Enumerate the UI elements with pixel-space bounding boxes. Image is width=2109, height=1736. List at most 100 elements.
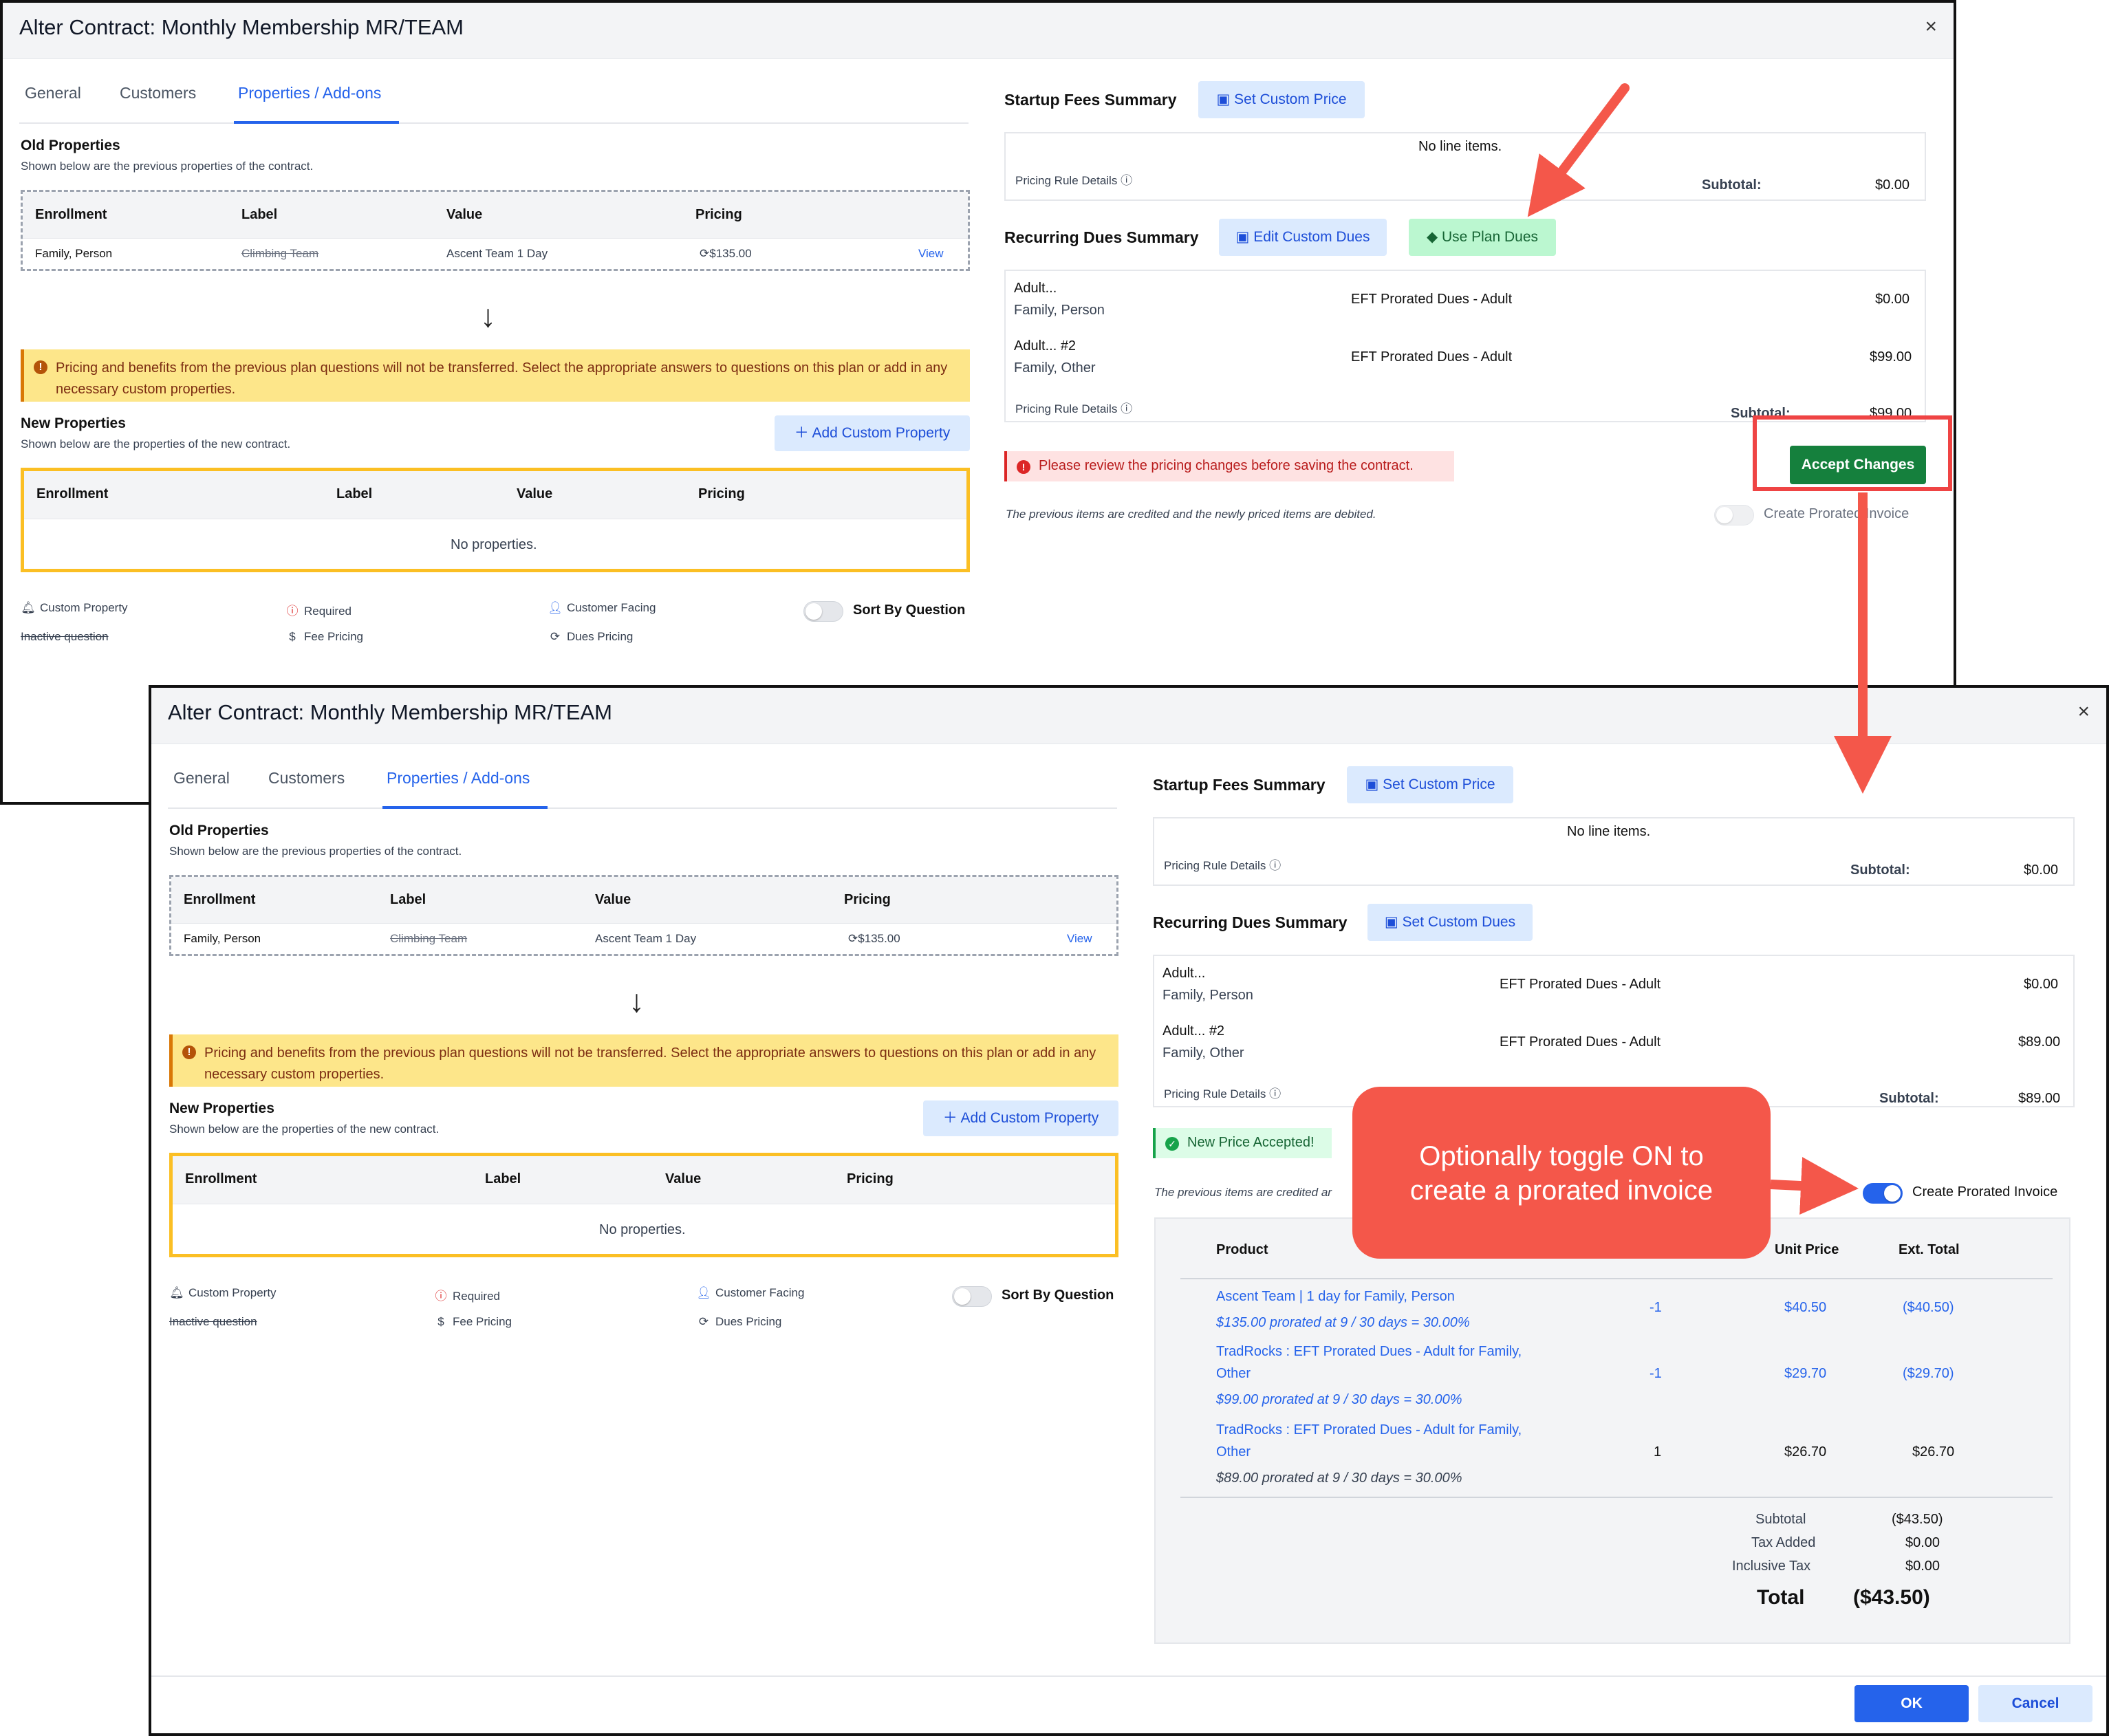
old-properties-table: Enrollment Label Value Pricing Family, P… (169, 875, 1118, 956)
col-pricing: Pricing (847, 1171, 894, 1186)
invoice-item-detail: $89.00 prorated at 9 / 30 days = 30.00% (1216, 1471, 1462, 1486)
check-circle-icon: ✓ (1165, 1137, 1179, 1151)
warning-icon: ! (34, 360, 47, 374)
credit-note: The previous items are credited and the … (1006, 508, 1376, 521)
plus-icon: ＋ (794, 425, 812, 441)
ok-button[interactable]: OK (1854, 1685, 1969, 1722)
help-icon: ⓘ (1121, 402, 1133, 415)
dialog-footer: OK Cancel (151, 1675, 2106, 1733)
edit-custom-dues-button[interactable]: ▣ Edit Custom Dues (1219, 219, 1387, 256)
toggle-knob (1884, 1185, 1901, 1202)
empty-properties-text: No properties. (451, 537, 537, 552)
pricing-rule-details[interactable]: Pricing Rule Details ⓘ (1164, 856, 1281, 873)
col-pricing: Pricing (698, 486, 745, 501)
recurring-dues-panel: Adult... Family, Person EFT Prorated Due… (1153, 955, 2075, 1107)
dues-pricing-icon: ⟳ (848, 932, 858, 945)
no-line-items: No line items. (1567, 824, 1651, 839)
col-pricing: Pricing (695, 207, 742, 222)
invoice-item-unit: $26.70 (1784, 1444, 1827, 1460)
arrow-down-icon: ↓ (480, 298, 496, 334)
dues-row-name: Adult... (1014, 281, 1057, 296)
legend-label: Fee Pricing (304, 630, 363, 643)
legend-required: ⓘ Required (285, 601, 352, 618)
tab-customers[interactable]: Customers (120, 83, 196, 124)
sort-by-question-toggle[interactable] (803, 601, 843, 622)
col-enrollment: Enrollment (36, 486, 109, 501)
set-custom-dues-button[interactable]: ▣ Set Custom Dues (1367, 904, 1533, 941)
pricing-rule-details-label: Pricing Rule Details (1164, 1087, 1266, 1100)
invoice-item-line[interactable]: TradRocks : EFT Prorated Dues - Adult fo… (1216, 1422, 1522, 1438)
set-custom-price-button[interactable]: ▣ Set Custom Price (1347, 766, 1513, 803)
create-prorated-invoice-toggle[interactable] (1863, 1183, 1903, 1204)
add-custom-property-button[interactable]: ＋ Add Custom Property (923, 1100, 1118, 1136)
dues-row-amount: $99.00 (1870, 349, 1912, 365)
create-prorated-invoice-toggle[interactable] (1714, 505, 1754, 525)
view-link[interactable]: View (1067, 932, 1092, 946)
invoice-item-line2[interactable]: Other (1216, 1444, 1251, 1460)
subtotal-value: $0.00 (1875, 177, 1910, 193)
startup-fees-title: Startup Fees Summary (1153, 776, 1326, 794)
pricing-rule-details[interactable]: Pricing Rule Details ⓘ (1015, 399, 1132, 416)
window-title: Alter Contract: Monthly Membership MR/TE… (19, 15, 464, 39)
legend-fee-pricing: $ Fee Pricing (285, 630, 363, 644)
tab-general[interactable]: General (173, 768, 230, 809)
set-custom-price-button[interactable]: ▣ Set Custom Price (1198, 81, 1365, 118)
invoice-item-line[interactable]: TradRocks : EFT Prorated Dues - Adult fo… (1216, 1344, 1522, 1360)
table-header: Enrollment Label Value Pricing (23, 192, 968, 239)
tax-added-label: Tax Added (1751, 1535, 1816, 1550)
tab-properties-addons[interactable]: Properties / Add-ons (382, 768, 548, 809)
pricing-rule-details[interactable]: Pricing Rule Details ⓘ (1164, 1084, 1281, 1101)
row-label: Climbing Team (390, 932, 468, 945)
invoice-item-ext: $26.70 (1912, 1444, 1955, 1460)
row-enrollment: Family, Person (35, 247, 113, 260)
new-properties-heading: New Properties (21, 415, 126, 431)
invoice-item-line[interactable]: Ascent Team | 1 day for Family, Person (1216, 1289, 1455, 1305)
sort-by-question-label: Sort By Question (853, 603, 966, 618)
person-icon: 👤︎ (696, 1286, 711, 1299)
legend-label: Customer Facing (715, 1286, 805, 1299)
sort-by-question-toggle[interactable] (952, 1286, 992, 1307)
row-pricing: ⟳$135.00 (700, 247, 752, 261)
no-line-items: No line items. (1418, 139, 1502, 154)
use-plan-dues-button[interactable]: ◆ Use Plan Dues (1409, 219, 1556, 256)
dues-row-desc: EFT Prorated Dues - Adult (1500, 977, 1661, 992)
pricing-rule-details[interactable]: Pricing Rule Details ⓘ (1015, 171, 1132, 188)
title-bar: Alter Contract: Monthly Membership MR/TE… (3, 3, 1954, 59)
tab-customers[interactable]: Customers (268, 768, 345, 809)
inclusive-tax-value: $0.00 (1905, 1559, 1940, 1574)
tab-general[interactable]: General (25, 83, 81, 124)
set-custom-dues-label: Set Custom Dues (1402, 914, 1516, 930)
legend-customer-facing: 👤︎ Customer Facing (548, 601, 656, 615)
dues-row-name: Adult... #2 (1162, 1023, 1225, 1039)
close-icon[interactable]: × (1925, 15, 1937, 39)
startup-fees-panel: No line items. Pricing Rule Details ⓘ Su… (1004, 132, 1926, 201)
old-properties-heading: Old Properties (21, 138, 120, 153)
tab-properties-addons[interactable]: Properties / Add-ons (234, 83, 399, 124)
callout-line-2: create a prorated invoice (1409, 1175, 1713, 1206)
new-properties-heading: New Properties (169, 1100, 274, 1116)
recurring-dues-title: Recurring Dues Summary (1004, 228, 1199, 246)
dues-row-desc: EFT Prorated Dues - Adult (1351, 292, 1513, 307)
window-title: Alter Contract: Monthly Membership MR/TE… (168, 700, 613, 724)
create-prorated-invoice-label: Create Prorated Invoice (1764, 506, 1910, 521)
old-properties-heading: Old Properties (169, 823, 269, 838)
subtotal-value: $0.00 (2024, 862, 2059, 878)
subtotal-label: Subtotal (1755, 1512, 1806, 1527)
col-label: Label (336, 486, 373, 501)
new-properties-subtitle: Shown below are the properties of the ne… (169, 1122, 440, 1136)
old-properties-subtitle: Shown below are the previous properties … (169, 845, 462, 858)
empty-properties-text: No properties. (599, 1222, 686, 1237)
money-icon: ▣ (1216, 91, 1235, 107)
invoice-item-line2[interactable]: Other (1216, 1366, 1251, 1382)
add-custom-property-button[interactable]: ＋ Add Custom Property (775, 415, 970, 451)
row-pricing-value: $135.00 (858, 932, 900, 945)
total-label: Total (1757, 1586, 1805, 1609)
legend-custom-property: 🔔︎ Custom Property (169, 1286, 276, 1300)
legend-label: Fee Pricing (453, 1315, 512, 1328)
new-properties-subtitle: Shown below are the properties of the ne… (21, 437, 291, 451)
cancel-button[interactable]: Cancel (1978, 1685, 2092, 1722)
refresh-icon: ⟳ (550, 630, 561, 643)
close-icon[interactable]: × (2077, 700, 2090, 724)
view-link[interactable]: View (918, 247, 944, 261)
legend-customer-facing: 👤︎ Customer Facing (696, 1286, 804, 1300)
